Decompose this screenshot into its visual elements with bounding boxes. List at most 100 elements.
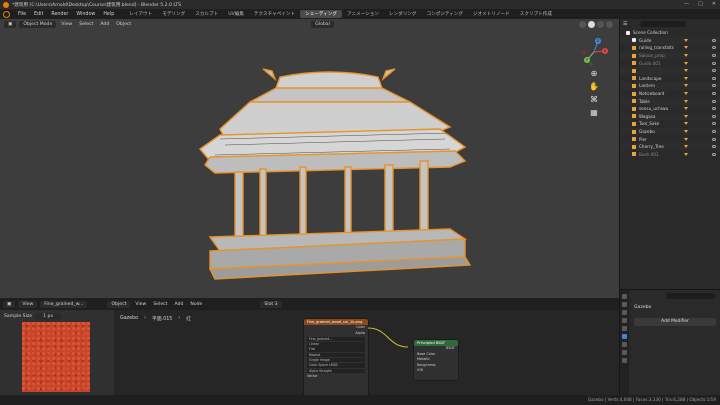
zoom-icon[interactable]: ⊕: [591, 69, 598, 78]
visibility-eye-icon[interactable]: [712, 107, 716, 111]
pan-hand-icon[interactable]: ✋: [589, 82, 599, 91]
node-menu-add[interactable]: Add: [172, 302, 185, 307]
visibility-eye-icon[interactable]: [712, 130, 716, 134]
properties-search-input[interactable]: [666, 293, 716, 299]
breadcrumb-mesh[interactable]: 平面.015: [152, 315, 172, 322]
material-shading-icon[interactable]: [597, 21, 604, 28]
visibility-eye-icon[interactable]: [712, 92, 716, 96]
physics-tab-icon[interactable]: [622, 350, 627, 355]
menu-window[interactable]: Window: [72, 12, 99, 17]
outliner-item[interactable]: Pier: [620, 135, 720, 143]
outliner-item[interactable]: Guide: [620, 36, 720, 45]
minimize-button[interactable]: —: [684, 1, 689, 7]
viewport-menu-view[interactable]: View: [59, 22, 74, 27]
outliner-item[interactable]: Noticeboard: [620, 90, 720, 98]
visibility-eye-icon[interactable]: [712, 76, 716, 80]
menu-file[interactable]: File: [14, 12, 30, 17]
outliner-item[interactable]: Cherry_Tree: [620, 142, 720, 151]
image-node-source[interactable]: Single Image: [307, 357, 365, 363]
outliner-item[interactable]: Table: [620, 97, 720, 105]
outliner-item[interactable]: Tool_Sake: [620, 120, 720, 128]
node-canvas[interactable]: Gazebo › 平面.015 › 红 Fine_grained_wood_co…: [114, 310, 619, 405]
breadcrumb-material[interactable]: 红: [186, 315, 191, 322]
perspective-grid-icon[interactable]: ▦: [590, 108, 598, 117]
sample-size-field[interactable]: 1 px: [35, 313, 62, 320]
output-tab-icon[interactable]: [622, 310, 627, 315]
image-datablock-selector[interactable]: Fine_grained_w...: [40, 300, 88, 308]
menu-render[interactable]: Render: [47, 12, 72, 17]
outliner-item[interactable]: Lantern: [620, 82, 720, 90]
outliner-item[interactable]: sensu_uchiwa: [620, 105, 720, 113]
add-modifier-button[interactable]: Add Modifier: [634, 318, 716, 326]
menu-edit[interactable]: Edit: [30, 12, 47, 17]
tab-modeling[interactable]: モデリング: [157, 10, 190, 18]
image-node-output-alpha[interactable]: Alpha: [304, 331, 368, 337]
tab-rendering[interactable]: レンダリング: [384, 10, 422, 18]
viewport-menu-select[interactable]: Select: [77, 22, 95, 27]
object-type-dropdown[interactable]: Object: [107, 300, 131, 308]
editor-type-icon[interactable]: ▣: [4, 21, 17, 28]
outliner-search-input[interactable]: [640, 21, 687, 27]
visibility-eye-icon[interactable]: [712, 152, 716, 156]
transform-orientation-dropdown[interactable]: Global: [311, 21, 334, 28]
wireframe-shading-icon[interactable]: [579, 21, 586, 28]
visibility-eye-icon[interactable]: [712, 69, 716, 73]
object-mode-dropdown[interactable]: Object Mode: [19, 21, 57, 28]
material-tab-icon[interactable]: [622, 358, 627, 363]
outliner-editor-icon[interactable]: ☰: [623, 21, 627, 27]
outliner-scene-collection[interactable]: Scene Collection: [620, 29, 720, 37]
visibility-eye-icon[interactable]: [712, 38, 716, 42]
visibility-eye-icon[interactable]: [712, 46, 716, 50]
visibility-eye-icon[interactable]: [712, 114, 716, 118]
visibility-eye-icon[interactable]: [712, 84, 716, 88]
3d-viewport[interactable]: ▣ Object Mode View Select Add Object Glo…: [0, 19, 619, 298]
visibility-eye-icon[interactable]: [712, 137, 716, 141]
image-node-image-field[interactable]: Fine_grained...: [307, 336, 365, 342]
scene-tab-icon[interactable]: [622, 318, 627, 323]
outliner-item[interactable]: Bush.001: [620, 151, 720, 159]
tab-uv-editing[interactable]: UV編集: [223, 10, 249, 18]
principled-bsdf-node[interactable]: Principled BSDF BSDF Base Color Metallic…: [414, 340, 458, 380]
visibility-eye-icon[interactable]: [712, 54, 716, 58]
visibility-eye-icon[interactable]: [712, 122, 716, 126]
visibility-eye-icon[interactable]: [712, 61, 716, 65]
image-node-interpolation[interactable]: Linear: [307, 342, 365, 347]
outliner-item[interactable]: Wagasa: [620, 112, 720, 121]
tab-sculpting[interactable]: スカルプト: [190, 10, 223, 18]
editor-type-icon-bottom[interactable]: ▣: [3, 300, 16, 308]
outliner-item[interactable]: railing_transfalts: [620, 44, 720, 52]
viewport-menu-add[interactable]: Add: [98, 22, 111, 27]
principled-node-ior[interactable]: IOR: [414, 368, 458, 374]
image-editor-view-menu[interactable]: View: [18, 300, 38, 308]
navigation-gizmo[interactable]: X Z Y: [579, 37, 609, 67]
outliner-item[interactable]: [620, 66, 720, 75]
blender-menu-icon[interactable]: [3, 10, 10, 18]
image-texture-node[interactable]: Fine_grained_wood_col_1k.png Color Alpha…: [304, 319, 368, 397]
solid-shading-icon[interactable]: [588, 21, 595, 28]
breadcrumb-object[interactable]: Gazebo: [120, 316, 138, 321]
tab-scripting[interactable]: スクリプト作成: [515, 10, 557, 18]
node-menu-node[interactable]: Node: [188, 302, 204, 307]
tab-shading[interactable]: シェーディング: [300, 10, 342, 18]
world-tab-icon[interactable]: [622, 326, 627, 331]
outliner-item[interactable]: Gazebo: [620, 127, 720, 136]
image-node-projection[interactable]: Flat: [307, 347, 365, 352]
tab-animation[interactable]: アニメーション: [342, 10, 384, 18]
node-menu-view[interactable]: View: [133, 302, 148, 307]
tool-tab-icon[interactable]: [622, 294, 627, 299]
outliner-item[interactable]: Landscape: [620, 75, 720, 83]
tab-texture-paint[interactable]: テクスチャペイント: [249, 10, 300, 18]
render-tab-icon[interactable]: [622, 302, 627, 307]
material-slot-dropdown[interactable]: Slot 3: [260, 300, 282, 308]
maximize-button[interactable]: □: [698, 1, 703, 7]
rendered-shading-icon[interactable]: [606, 21, 613, 28]
tab-compositing[interactable]: コンポジティング: [422, 10, 468, 18]
image-node-color-space[interactable]: Color Space sRGB: [307, 363, 365, 368]
camera-view-icon[interactable]: ⌘: [590, 95, 598, 104]
visibility-eye-icon[interactable]: [712, 145, 716, 149]
tab-geometry-nodes[interactable]: ジオメトリノード: [468, 10, 515, 18]
image-node-input-vector[interactable]: Vector: [304, 374, 368, 380]
node-menu-select[interactable]: Select: [151, 302, 169, 307]
modifier-tab-icon[interactable]: [622, 334, 627, 339]
viewport-menu-object[interactable]: Object: [114, 22, 133, 27]
